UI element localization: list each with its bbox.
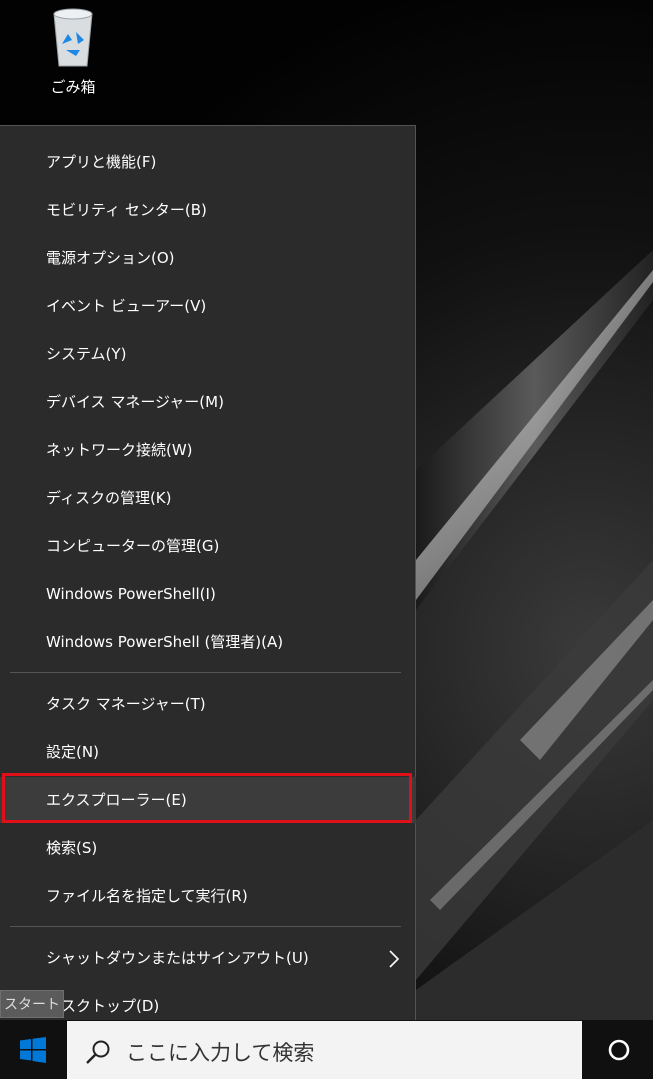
taskbar-search-box[interactable]: ここに入力して検索 <box>67 1021 582 1079</box>
menu-item-task-manager[interactable]: タスク マネージャー(T) <box>0 681 416 727</box>
menu-item-file-explorer[interactable]: エクスプローラー(E) <box>0 777 416 823</box>
menu-item-settings[interactable]: 設定(N) <box>0 729 416 775</box>
menu-item-powershell-admin[interactable]: Windows PowerShell (管理者)(A) <box>0 619 416 665</box>
menu-item-event-viewer[interactable]: イベント ビューアー(V) <box>0 283 416 329</box>
menu-item-run[interactable]: ファイル名を指定して実行(R) <box>0 873 416 919</box>
menu-item-shutdown-or-sign-out[interactable]: シャットダウンまたはサインアウト(U) <box>0 935 416 981</box>
search-placeholder: ここに入力して検索 <box>126 1041 315 1065</box>
menu-item-system[interactable]: システム(Y) <box>0 331 416 377</box>
cortana-circle-icon <box>608 1039 629 1060</box>
menu-item-apps-and-features[interactable]: アプリと機能(F) <box>0 139 416 185</box>
menu-separator <box>10 926 401 927</box>
menu-item-device-manager[interactable]: デバイス マネージャー(M) <box>0 379 416 425</box>
desktop: ごみ箱 アプリと機能(F) モビリティ センター(B) 電源オプション(O) イ… <box>0 0 653 1079</box>
chevron-right-icon <box>389 950 400 968</box>
recycle-bin-label: ごみ箱 <box>50 78 96 96</box>
menu-item-computer-management[interactable]: コンピューターの管理(G) <box>0 523 416 569</box>
search-icon <box>86 1040 110 1064</box>
menu-separator <box>10 672 401 673</box>
cortana-button[interactable] <box>584 1020 653 1079</box>
menu-item-shutdown-label: シャットダウンまたはサインアウト(U) <box>46 949 309 967</box>
taskbar: ここに入力して検索 <box>0 1020 653 1079</box>
start-button[interactable] <box>0 1020 66 1079</box>
menu-item-mobility-center[interactable]: モビリティ センター(B) <box>0 187 416 233</box>
winx-quick-link-menu: アプリと機能(F) モビリティ センター(B) 電源オプション(O) イベント … <box>0 125 416 1041</box>
menu-item-powershell[interactable]: Windows PowerShell(I) <box>0 571 416 617</box>
menu-item-power-options[interactable]: 電源オプション(O) <box>0 235 416 281</box>
menu-item-search[interactable]: 検索(S) <box>0 825 416 871</box>
start-tooltip: スタート <box>0 990 64 1018</box>
menu-item-disk-management[interactable]: ディスクの管理(K) <box>0 475 416 521</box>
windows-logo-icon <box>20 1036 46 1063</box>
recycle-bin-icon <box>53 8 93 67</box>
recycle-bin[interactable]: ごみ箱 <box>36 6 110 112</box>
menu-item-network-connections[interactable]: ネットワーク接続(W) <box>0 427 416 473</box>
